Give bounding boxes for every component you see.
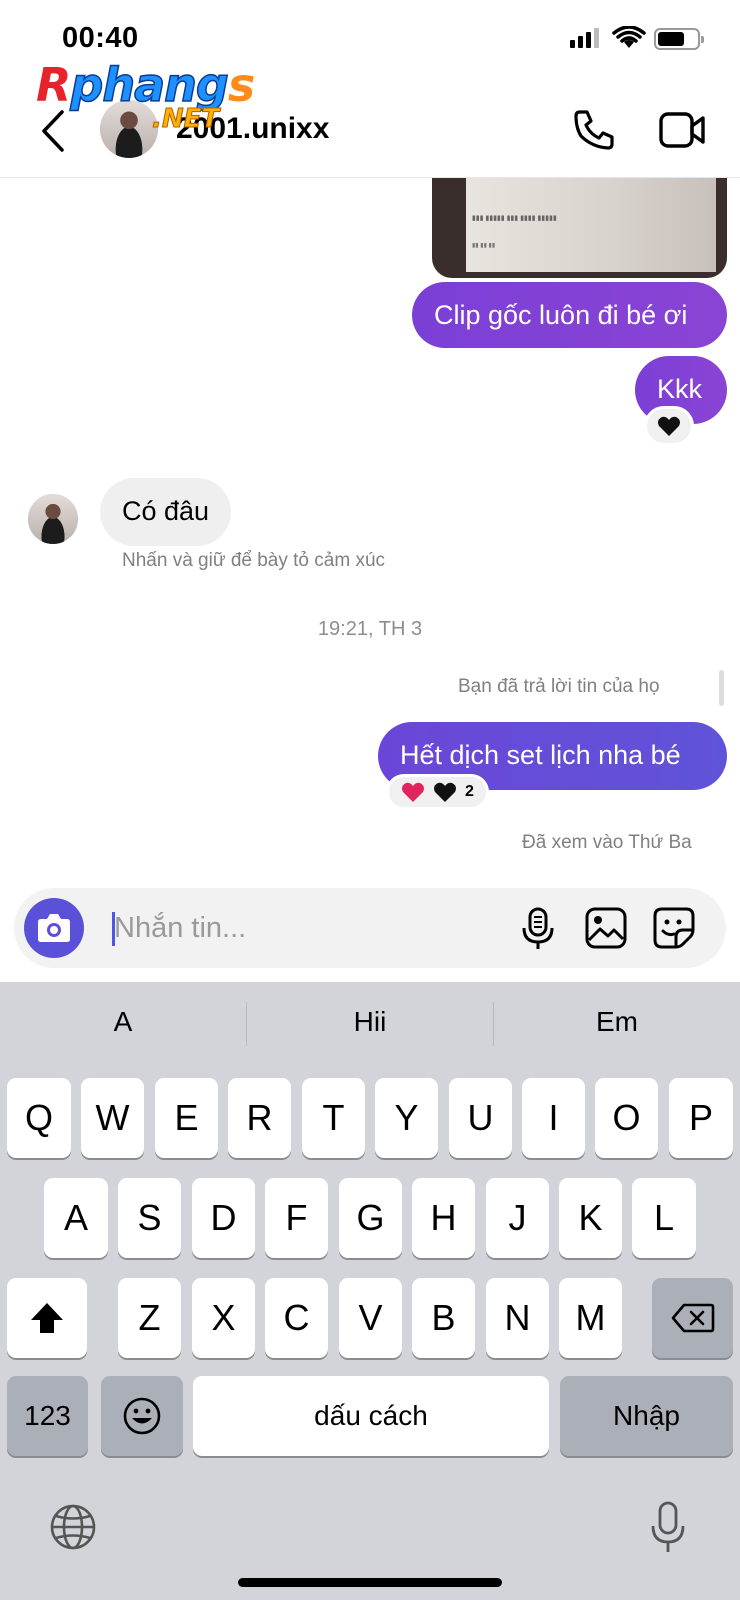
- camera-button[interactable]: [24, 898, 84, 958]
- home-indicator[interactable]: [238, 1578, 502, 1587]
- key-i[interactable]: I: [522, 1078, 585, 1158]
- space-key[interactable]: dấu cách: [193, 1376, 549, 1456]
- message-input[interactable]: [98, 902, 498, 954]
- key-z[interactable]: Z: [118, 1278, 181, 1358]
- message-thread[interactable]: ▮▮▮ ▮▮▮▮▮ ▮▮▮ ▮▮▮▮ ▮▮▮▮▮ ▮▮ ▮▮ ▮▮ Clip g…: [0, 178, 740, 888]
- dictation-microphone-icon[interactable]: [648, 1500, 688, 1556]
- status-bar: 00:40: [0, 0, 740, 62]
- suggestion-item[interactable]: Em: [494, 1006, 740, 1038]
- watermark-logo: Rphangs .NET: [36, 57, 255, 134]
- key-s[interactable]: S: [118, 1178, 181, 1258]
- onscreen-keyboard: A Hii Em Q W E R T Y U I O P A S D F G H…: [0, 982, 740, 1600]
- key-o[interactable]: O: [595, 1078, 658, 1158]
- key-p[interactable]: P: [669, 1078, 733, 1158]
- key-v[interactable]: V: [339, 1278, 402, 1358]
- key-h[interactable]: H: [412, 1178, 475, 1258]
- reaction-badge[interactable]: [644, 406, 694, 446]
- key-e[interactable]: E: [155, 1078, 218, 1158]
- video-call-icon[interactable]: [658, 108, 706, 152]
- numbers-key[interactable]: 123: [7, 1376, 88, 1456]
- return-key[interactable]: Nhập: [560, 1376, 733, 1456]
- key-x[interactable]: X: [192, 1278, 255, 1358]
- reaction-count: 2: [465, 783, 474, 800]
- phone-call-icon[interactable]: [570, 106, 618, 154]
- shift-icon: [31, 1303, 63, 1333]
- battery-icon: [654, 28, 704, 50]
- key-y[interactable]: Y: [375, 1078, 438, 1158]
- key-k[interactable]: K: [559, 1178, 622, 1258]
- suggestion-bar: A Hii Em: [0, 982, 740, 1068]
- emoji-key[interactable]: [101, 1376, 183, 1456]
- key-l[interactable]: L: [632, 1178, 696, 1258]
- suggestion-item[interactable]: Hii: [247, 1006, 493, 1038]
- key-q[interactable]: Q: [7, 1078, 71, 1158]
- key-t[interactable]: T: [302, 1078, 365, 1158]
- wifi-icon: [612, 26, 646, 48]
- black-heart-icon: [658, 416, 680, 436]
- camera-icon: [38, 914, 70, 942]
- status-time: 00:40: [62, 22, 139, 54]
- key-d[interactable]: D: [192, 1178, 255, 1258]
- red-heart-icon: [402, 782, 424, 802]
- black-heart-icon: [434, 782, 456, 802]
- shift-key[interactable]: [7, 1278, 87, 1358]
- emoji-icon: [123, 1397, 161, 1435]
- key-f[interactable]: F: [265, 1178, 328, 1258]
- reaction-hint: Nhấn và giữ để bày tỏ cảm xúc: [122, 550, 386, 571]
- suggestion-item[interactable]: A: [0, 1006, 246, 1038]
- reply-note: Bạn đã trả lời tin của họ: [458, 676, 660, 697]
- key-u[interactable]: U: [449, 1078, 512, 1158]
- backspace-icon: [671, 1303, 714, 1333]
- outgoing-message[interactable]: Clip gốc luôn đi bé ơi: [412, 282, 727, 348]
- cellular-signal-icon: [570, 28, 599, 48]
- incoming-message[interactable]: Có đâu: [100, 478, 232, 546]
- reply-indicator: [719, 670, 724, 706]
- shared-post-meta: ▮▮ ▮▮ ▮▮: [472, 243, 496, 249]
- reaction-badge[interactable]: 2: [386, 774, 489, 810]
- sender-avatar[interactable]: [28, 494, 78, 544]
- key-c[interactable]: C: [265, 1278, 328, 1358]
- key-a[interactable]: A: [44, 1178, 108, 1258]
- shared-post-preview[interactable]: ▮▮▮ ▮▮▮▮▮ ▮▮▮ ▮▮▮▮ ▮▮▮▮▮ ▮▮ ▮▮ ▮▮: [432, 178, 727, 278]
- text-cursor: [112, 912, 115, 946]
- gallery-icon[interactable]: [582, 904, 630, 952]
- globe-icon[interactable]: [48, 1502, 98, 1552]
- key-r[interactable]: R: [228, 1078, 291, 1158]
- key-n[interactable]: N: [486, 1278, 549, 1358]
- microphone-icon[interactable]: [514, 904, 562, 952]
- backspace-key[interactable]: [652, 1278, 733, 1358]
- key-w[interactable]: W: [81, 1078, 144, 1158]
- seen-status: Đã xem vào Thứ Ba: [522, 832, 692, 853]
- shared-post-caption: ▮▮▮ ▮▮▮▮▮ ▮▮▮ ▮▮▮▮ ▮▮▮▮▮: [472, 215, 557, 222]
- sticker-icon[interactable]: [650, 904, 698, 952]
- key-g[interactable]: G: [339, 1178, 402, 1258]
- key-b[interactable]: B: [412, 1278, 475, 1358]
- message-composer: [14, 888, 726, 968]
- key-j[interactable]: J: [486, 1178, 549, 1258]
- key-m[interactable]: M: [559, 1278, 622, 1358]
- message-timestamp: 19:21, TH 3: [317, 618, 423, 640]
